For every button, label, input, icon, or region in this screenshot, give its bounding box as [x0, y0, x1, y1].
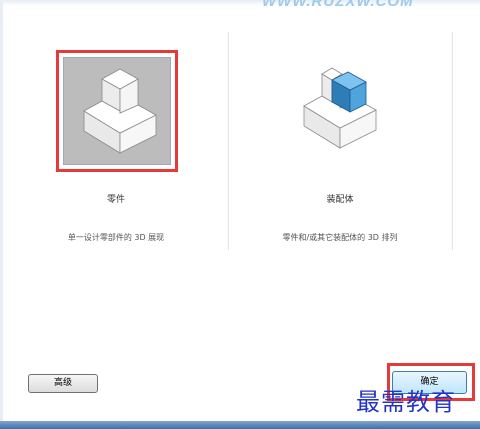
- advanced-button[interactable]: 高级: [28, 374, 98, 393]
- card-title-part: 零件: [106, 195, 125, 205]
- divider: [228, 32, 229, 250]
- window-left-edge: [0, 0, 3, 429]
- divider: [452, 32, 453, 250]
- watermark-url: WWW.RUZXW.COM: [262, 0, 414, 10]
- part-model-icon: [83, 68, 157, 154]
- window-bottom-edge: [0, 421, 480, 429]
- selection-highlight: [56, 50, 178, 172]
- assembly-model-icon: [303, 67, 377, 149]
- card-title-assembly: 装配体: [326, 195, 354, 205]
- card-description-assembly: 零件和/或其它装配体的 3D 排列: [282, 233, 398, 242]
- part-thumbnail[interactable]: [63, 57, 171, 165]
- card-description-part: 单一设计零部件的 3D 展现: [67, 233, 165, 242]
- assembly-thumbnail[interactable]: [280, 50, 400, 170]
- watermark-logo-text: 最需教育: [356, 388, 456, 416]
